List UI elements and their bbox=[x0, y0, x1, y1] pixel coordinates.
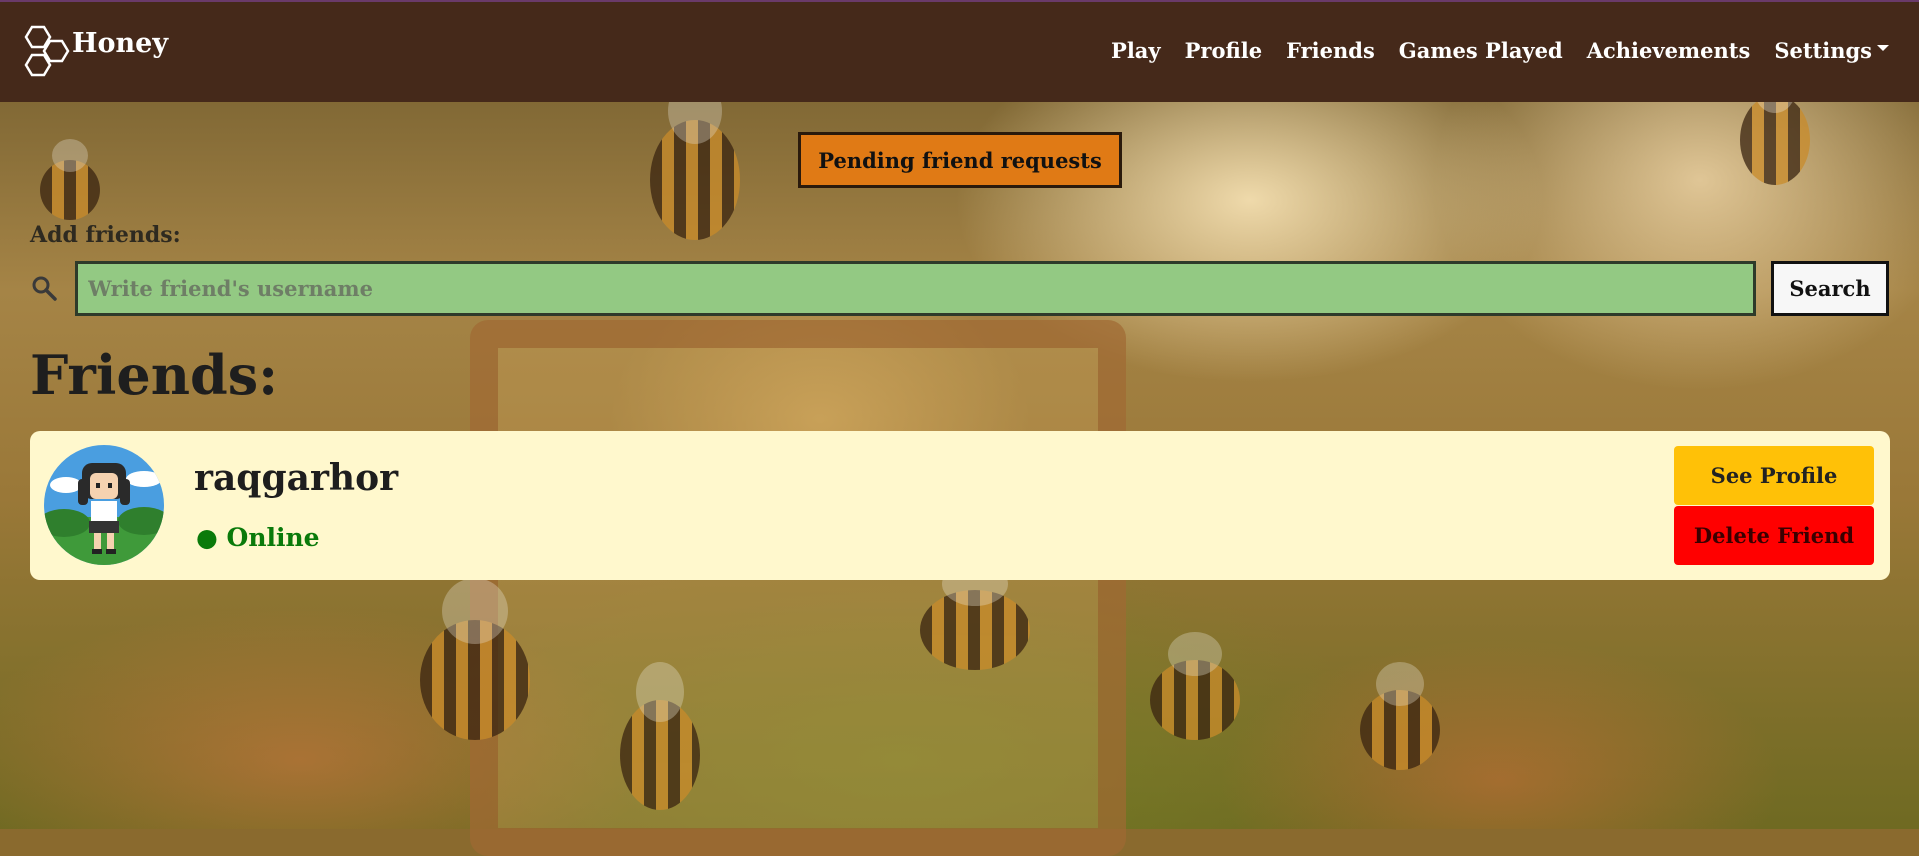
pending-friend-requests-button[interactable]: Pending friend requests bbox=[798, 132, 1122, 188]
status-dot-icon: ● bbox=[196, 523, 218, 552]
brand-name: Honey bbox=[72, 27, 169, 59]
bee-decoration bbox=[920, 562, 1030, 670]
status-label: Online bbox=[226, 523, 320, 552]
bee-decoration bbox=[420, 578, 530, 740]
nav-achievements[interactable]: Achievements bbox=[1587, 38, 1751, 63]
honeycomb-icon bbox=[16, 23, 78, 85]
nav-games-played[interactable]: Games Played bbox=[1399, 38, 1563, 63]
nav-links: Play Profile Friends Games Played Achiev… bbox=[1111, 38, 1889, 63]
avatar[interactable] bbox=[44, 445, 164, 565]
search-icon bbox=[30, 274, 58, 302]
nav-settings-label: Settings bbox=[1774, 38, 1872, 63]
caret-down-icon bbox=[1877, 44, 1889, 51]
bee-decoration bbox=[1150, 632, 1240, 740]
background-scene bbox=[0, 0, 1919, 856]
search-button[interactable]: Search bbox=[1771, 261, 1889, 316]
bee-decoration bbox=[1740, 63, 1810, 185]
brand[interactable]: Honey bbox=[16, 22, 168, 86]
bee-decoration bbox=[40, 139, 100, 220]
navbar: Honey Play Profile Friends Games Played … bbox=[0, 0, 1919, 102]
online-status: ● Online bbox=[196, 523, 320, 552]
nav-profile[interactable]: Profile bbox=[1185, 38, 1262, 63]
bee-decoration bbox=[650, 78, 740, 240]
honeycomb-frame-decoration bbox=[470, 320, 1126, 856]
nav-play[interactable]: Play bbox=[1111, 38, 1161, 63]
bee-decoration bbox=[1360, 662, 1440, 770]
friend-username: raqgarhor bbox=[194, 457, 399, 499]
see-profile-button[interactable]: See Profile bbox=[1674, 446, 1874, 505]
friend-username-input[interactable] bbox=[75, 261, 1756, 316]
add-friends-label: Add friends: bbox=[30, 222, 181, 248]
friend-card: raqgarhor ● Online See Profile Delete Fr… bbox=[30, 431, 1890, 580]
delete-friend-button[interactable]: Delete Friend bbox=[1674, 506, 1874, 565]
bee-decoration bbox=[620, 661, 700, 810]
nav-settings-dropdown[interactable]: Settings bbox=[1774, 38, 1889, 63]
nav-friends[interactable]: Friends bbox=[1286, 38, 1375, 63]
friends-heading: Friends: bbox=[30, 343, 279, 407]
